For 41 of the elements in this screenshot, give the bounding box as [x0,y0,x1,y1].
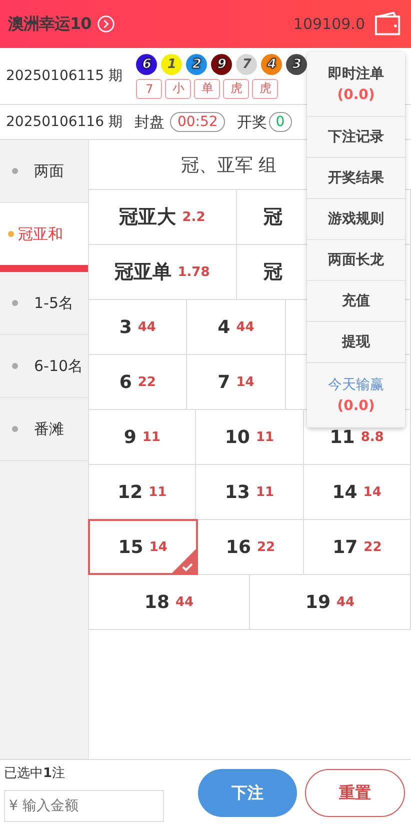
result-ball: 1 [161,54,182,74]
result-ball: 7 [236,54,258,74]
result-ball: 9 [211,54,232,74]
sidebar-item[interactable]: 1-5名 [0,272,88,335]
sidebar-item[interactable]: 6-10名 [0,335,88,398]
result-tag: 单 [194,78,220,98]
result-ball: 3 [286,54,308,74]
selected-count: 已选中1注 [4,765,66,782]
menu-item[interactable]: 即时注单 (0.0) [307,52,405,117]
bet-option[interactable]: 18 44 [88,574,250,630]
result-ball: 4 [261,54,282,74]
menu-item[interactable]: 充值 [307,281,405,322]
balance: 109109.0 [293,15,365,33]
result-tag: 虎 [223,78,250,98]
close-label: 封盘 [134,112,164,132]
bet-option[interactable]: 19 44 [249,574,411,630]
bet-option[interactable]: 冠亚大 2.2 [88,189,236,245]
draw-label: 开奖 [236,112,267,132]
bet-option[interactable]: 15 14 [88,519,198,575]
result-tag: 小 [165,78,192,98]
result-tag: 7 [136,78,162,98]
close-countdown: 00:52 [170,112,225,132]
result-tag: 虎 [252,78,278,98]
reset-button[interactable]: 重置 [305,769,405,817]
draw-countdown: 0 [268,112,292,132]
period-number: 20250106116 期 [6,113,122,131]
menu-item[interactable]: 开奖结果 [307,158,405,199]
sidebar-item[interactable]: 冠亚和 [0,203,88,272]
result-ball: 6 [136,54,158,74]
sidebar-item[interactable]: 番滩 [0,398,88,461]
menu-item[interactable]: 下注记录 [307,117,405,158]
menu-item[interactable]: 提现 [307,322,405,363]
chevron-circle-icon[interactable] [97,15,116,33]
result-ball: 2 [186,54,208,74]
section-title: 冠、亚军 组 [181,154,277,178]
period-number: 20250106115 期 [6,67,122,85]
menu-item[interactable]: 游戏规则 [307,199,405,240]
check-icon [172,549,196,573]
wallet-icon[interactable] [373,11,403,37]
amount-field[interactable]: ¥ 输入金额 [4,790,164,822]
menu-item[interactable]: 两面长龙 [307,240,405,281]
